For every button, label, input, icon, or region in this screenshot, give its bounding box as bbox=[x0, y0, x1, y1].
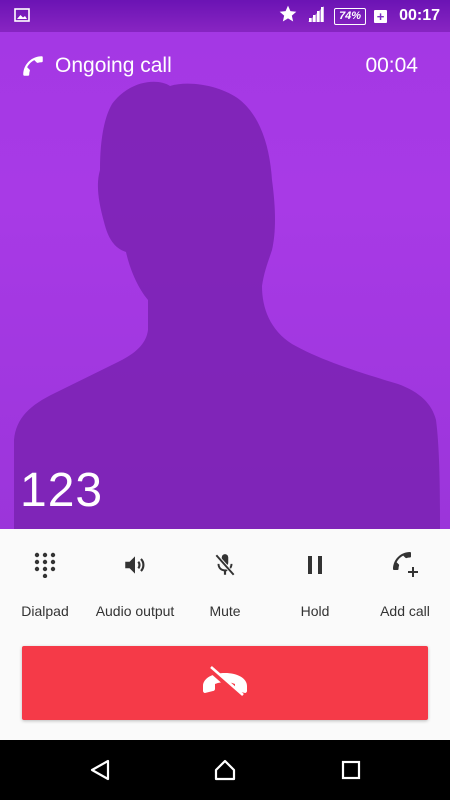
signal-icon bbox=[306, 4, 326, 29]
call-controls: Dialpad Audio output Mute Hold Add call bbox=[0, 529, 450, 740]
pause-icon bbox=[301, 551, 329, 579]
status-bar: 74% + 00:17 bbox=[0, 0, 450, 32]
add-call-button[interactable]: Add call bbox=[360, 547, 450, 627]
back-icon[interactable] bbox=[88, 758, 112, 782]
call-timer: 00:04 bbox=[365, 54, 418, 77]
image-notification-icon bbox=[14, 8, 30, 27]
add-call-icon bbox=[391, 551, 419, 579]
battery-icon: 74% bbox=[334, 7, 367, 25]
caller-number: 123 bbox=[20, 464, 104, 517]
hang-up-icon bbox=[199, 664, 251, 703]
clock: 00:17 bbox=[399, 7, 440, 24]
home-icon[interactable] bbox=[213, 758, 237, 782]
charging-plus-icon: + bbox=[374, 9, 388, 23]
hold-label: Hold bbox=[300, 603, 330, 619]
star-icon bbox=[278, 4, 298, 29]
mute-label: Mute bbox=[209, 603, 241, 619]
end-call-button[interactable] bbox=[22, 646, 428, 720]
dialpad-icon bbox=[31, 551, 59, 579]
mute-button[interactable]: Mute bbox=[180, 547, 270, 627]
phone-icon bbox=[20, 53, 46, 84]
call-status-label: Ongoing call bbox=[55, 54, 172, 77]
audio-output-label: Audio output bbox=[95, 603, 175, 619]
dialpad-label: Dialpad bbox=[21, 603, 69, 619]
add-call-label: Add call bbox=[380, 603, 430, 619]
battery-percent: 74% bbox=[339, 10, 362, 22]
navigation-bar bbox=[0, 740, 450, 800]
in-call-screen: 74% + 00:17 Ongoing call 00:04 123 Dialp… bbox=[0, 0, 450, 800]
mic-off-icon bbox=[211, 551, 239, 579]
speaker-icon bbox=[121, 551, 149, 579]
dialpad-button[interactable]: Dialpad bbox=[0, 547, 90, 627]
audio-output-button[interactable]: Audio output bbox=[90, 547, 180, 627]
call-header: Ongoing call 00:04 bbox=[0, 48, 450, 88]
hold-button[interactable]: Hold bbox=[270, 547, 360, 627]
recents-icon[interactable] bbox=[339, 758, 363, 782]
